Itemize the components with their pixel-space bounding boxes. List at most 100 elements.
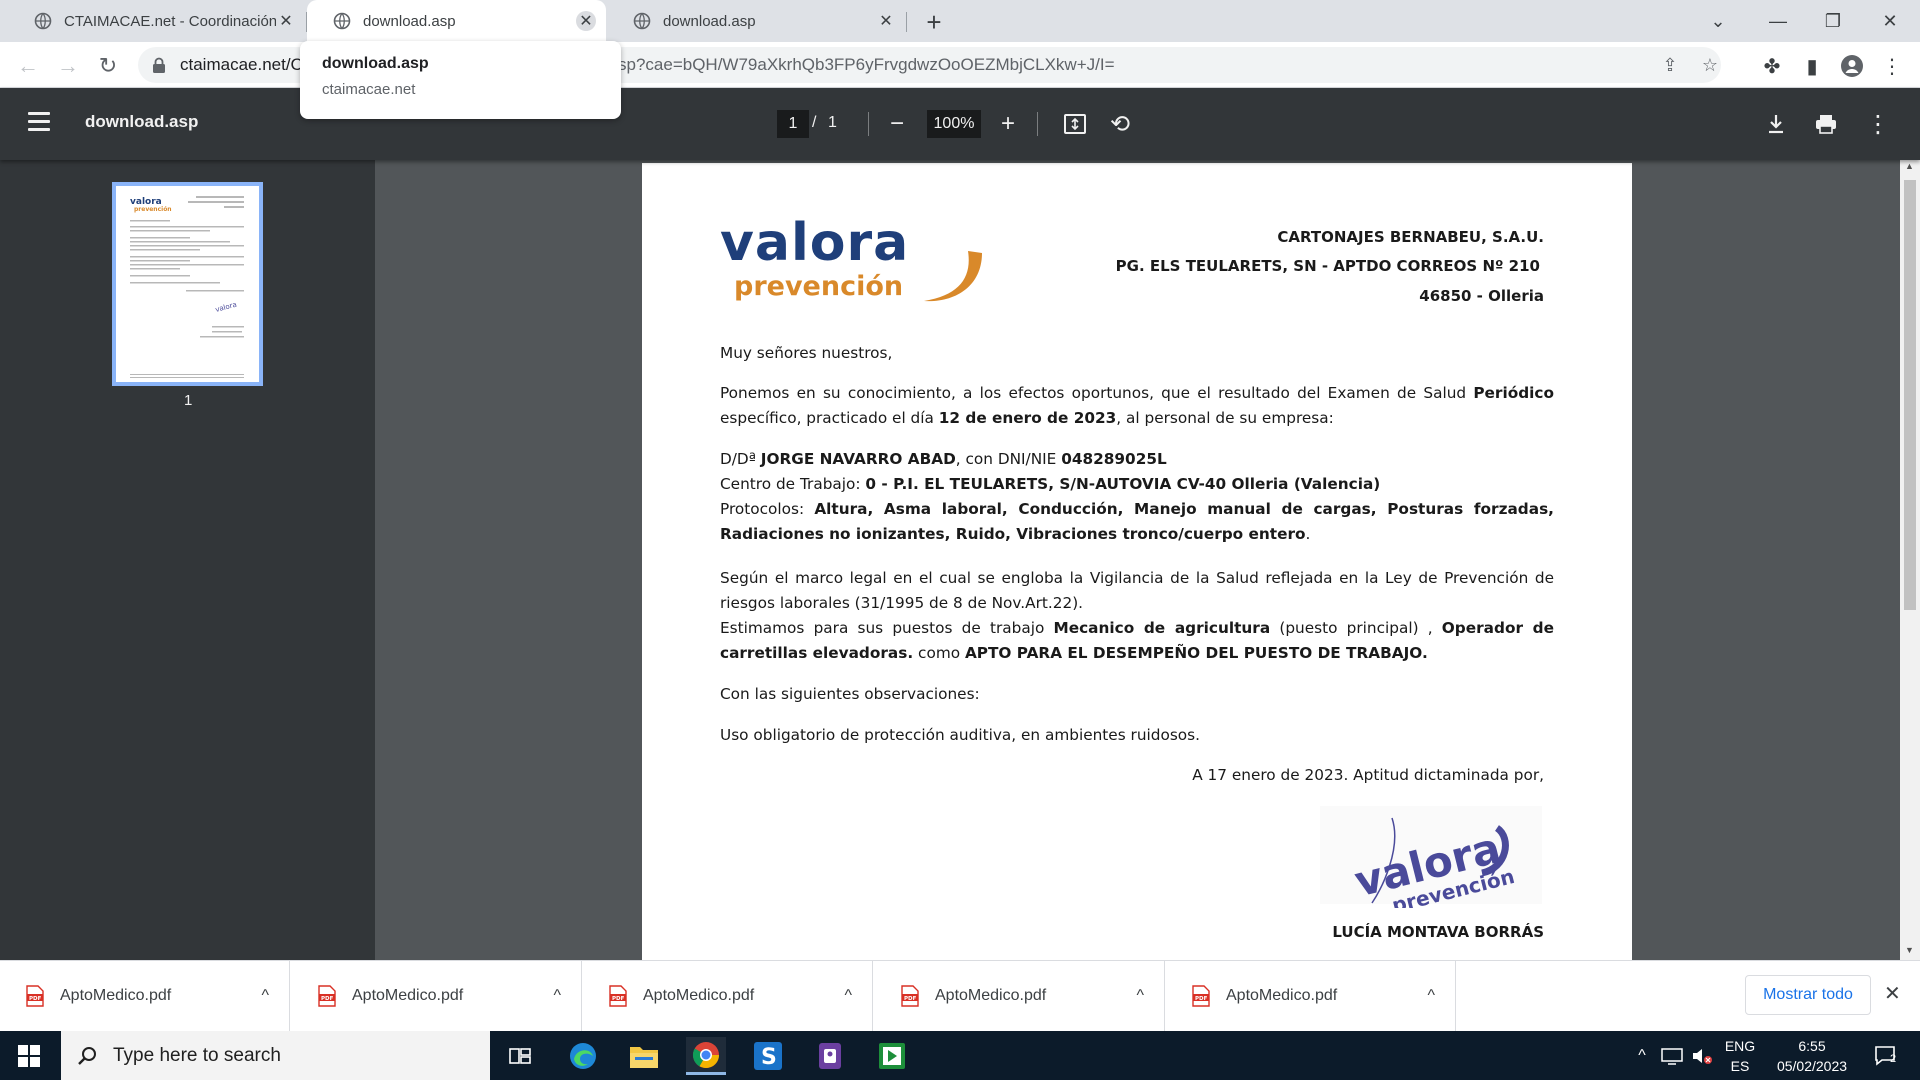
tab-ctaimacae[interactable]: CTAIMACAE.net - Coordinación de ✕	[8, 0, 306, 42]
taskbar-search-box[interactable]: Type here to search	[61, 1031, 490, 1080]
download-item[interactable]: PDF AptoMedico.pdf ^	[0, 961, 290, 1031]
pdf-more-kebab-icon[interactable]: ⋮	[1862, 108, 1894, 140]
company-address: PG. ELS TEULARETS, SN - APTDO CORREOS Nº…	[1115, 257, 1540, 275]
close-tab-icon[interactable]: ✕	[876, 11, 896, 31]
green-app-icon[interactable]	[872, 1037, 912, 1075]
globe-icon	[34, 12, 52, 30]
page-thumbnail[interactable]: valora prevención valora	[112, 182, 263, 386]
chevron-up-icon[interactable]: ^	[553, 987, 561, 1005]
clock-time: 6:55	[1798, 1037, 1826, 1054]
download-filename: AptoMedico.pdf	[1226, 987, 1338, 1004]
download-filename: AptoMedico.pdf	[60, 987, 172, 1004]
new-tab-button[interactable]: +	[920, 7, 948, 37]
purple-app-icon[interactable]	[810, 1037, 850, 1075]
side-panel-icon[interactable]: ▮	[1796, 50, 1828, 82]
extensions-puzzle-icon[interactable]: ✤	[1756, 50, 1788, 82]
print-icon[interactable]	[1810, 108, 1842, 140]
zoom-level-input[interactable]: 100%	[927, 110, 981, 138]
pdf-title: download.asp	[85, 112, 199, 131]
text: D/Dª	[720, 450, 761, 468]
observations-label: Con las siguientes observaciones:	[720, 685, 980, 703]
date-line: A 17 enero de 2023. Aptitud dictaminada …	[1192, 766, 1544, 784]
page-number-input[interactable]: 1	[777, 110, 809, 138]
scroll-thumb[interactable]	[1904, 180, 1916, 610]
tab-search-chevron-icon[interactable]: ⌄	[1690, 0, 1746, 42]
globe-icon	[333, 12, 351, 30]
chevron-up-icon[interactable]: ^	[261, 987, 269, 1005]
task-view-icon[interactable]	[500, 1037, 540, 1075]
svg-text:prevención: prevención	[134, 206, 172, 213]
download-item[interactable]: PDF AptoMedico.pdf ^	[1166, 961, 1456, 1031]
chevron-up-icon[interactable]: ^	[1427, 987, 1435, 1005]
chrome-icon[interactable]	[686, 1037, 726, 1075]
rotate-icon[interactable]: ⟲	[1104, 108, 1136, 140]
download-item[interactable]: PDF AptoMedico.pdf ^	[583, 961, 873, 1031]
edge-browser-icon[interactable]	[563, 1037, 603, 1075]
svg-text:PDF: PDF	[904, 996, 917, 1002]
toolbar-divider	[1037, 112, 1038, 136]
tab-title: CTAIMACAE.net - Coordinación de	[64, 12, 276, 30]
fitness-result: APTO PARA EL DESEMPEÑO DEL PUESTO DE TRA…	[964, 644, 1428, 662]
hamburger-menu-icon[interactable]	[28, 112, 50, 131]
minimize-button[interactable]: —	[1750, 0, 1806, 42]
bookmark-star-icon[interactable]: ☆	[1698, 53, 1722, 77]
notification-center-icon[interactable]: 2	[1864, 1031, 1908, 1080]
language-indicator[interactable]: ENG ES	[1718, 1031, 1762, 1080]
worker-details: D/Dª JORGE NAVARRO ABAD, con DNI/NIE 048…	[720, 447, 1554, 547]
viewer-scrollbar[interactable]: ▲ ▼	[1900, 160, 1920, 960]
tab-separator	[906, 12, 907, 32]
volume-muted-icon[interactable]	[1688, 1031, 1716, 1080]
s-app-icon[interactable]: S	[748, 1037, 788, 1075]
show-all-downloads-button[interactable]: Mostrar todo	[1745, 975, 1871, 1015]
zoom-out-button[interactable]: −	[881, 108, 913, 140]
protocols-line: Protocolos: Altura, Asma laboral, Conduc…	[720, 497, 1554, 547]
scroll-up-arrow-icon[interactable]: ▲	[1905, 161, 1914, 171]
close-window-button[interactable]: ✕	[1862, 0, 1918, 42]
profile-avatar-icon[interactable]	[1836, 50, 1868, 82]
show-hidden-icons-chevron-icon[interactable]: ^	[1630, 1031, 1654, 1080]
download-filename: AptoMedico.pdf	[935, 987, 1047, 1004]
pdf-file-icon: PDF	[318, 985, 336, 1007]
worker-name: JORGE NAVARRO ABAD	[760, 450, 956, 468]
text: Ponemos en su conocimiento, a los efecto…	[720, 384, 1474, 402]
tab-download-active[interactable]: download.asp ✕	[307, 0, 606, 42]
windows-start-icon[interactable]	[18, 1045, 40, 1067]
tab-hover-card: download.asp ctaimacae.net	[300, 41, 621, 119]
chevron-up-icon[interactable]: ^	[1136, 987, 1144, 1005]
hover-card-host: ctaimacae.net	[322, 81, 416, 98]
lang-bottom: ES	[1730, 1057, 1750, 1074]
reload-button[interactable]: ↻	[92, 50, 124, 82]
text: como	[913, 644, 965, 662]
download-icon[interactable]	[1760, 108, 1792, 140]
globe-icon	[633, 12, 651, 30]
lock-icon[interactable]	[152, 57, 166, 73]
paragraph-result: Ponemos en su conocimiento, a los efecto…	[720, 381, 1554, 431]
search-icon	[78, 1046, 96, 1065]
forward-button[interactable]: →	[52, 50, 84, 82]
valora-logo: valora prevención	[720, 213, 990, 311]
company-city: 46850 - Olleria	[1419, 287, 1544, 305]
back-button[interactable]: ←	[12, 50, 44, 82]
fit-to-page-icon[interactable]	[1059, 108, 1091, 140]
file-explorer-icon[interactable]	[624, 1037, 664, 1075]
network-icon[interactable]	[1658, 1031, 1686, 1080]
scroll-down-arrow-icon[interactable]: ▼	[1905, 945, 1914, 955]
text: (puesto principal) ,	[1270, 619, 1442, 637]
download-filename: AptoMedico.pdf	[643, 987, 755, 1004]
zoom-in-button[interactable]: +	[992, 108, 1024, 140]
close-download-bar-icon[interactable]: ✕	[1884, 981, 1901, 1006]
thumbnail-preview: valora prevención valora	[130, 196, 244, 378]
download-item[interactable]: PDF AptoMedico.pdf ^	[875, 961, 1165, 1031]
clock[interactable]: 6:55 05/02/2023	[1768, 1031, 1856, 1080]
download-item[interactable]: PDF AptoMedico.pdf ^	[292, 961, 582, 1031]
chevron-up-icon[interactable]: ^	[844, 987, 852, 1005]
svg-text:valora: valora	[214, 301, 237, 314]
exam-type: Periódico	[1473, 384, 1554, 402]
close-tab-icon[interactable]: ✕	[276, 11, 296, 31]
close-tab-icon[interactable]: ✕	[576, 11, 596, 31]
restore-button[interactable]: ❐	[1805, 0, 1861, 42]
browser-menu-kebab-icon[interactable]: ⋮	[1876, 50, 1908, 82]
work-center: 0 - P.I. EL TEULARETS, S/N-AUTOVIA CV-40…	[865, 475, 1381, 493]
tab-download[interactable]: download.asp ✕	[607, 0, 906, 42]
share-icon[interactable]: ⇪	[1658, 53, 1682, 77]
